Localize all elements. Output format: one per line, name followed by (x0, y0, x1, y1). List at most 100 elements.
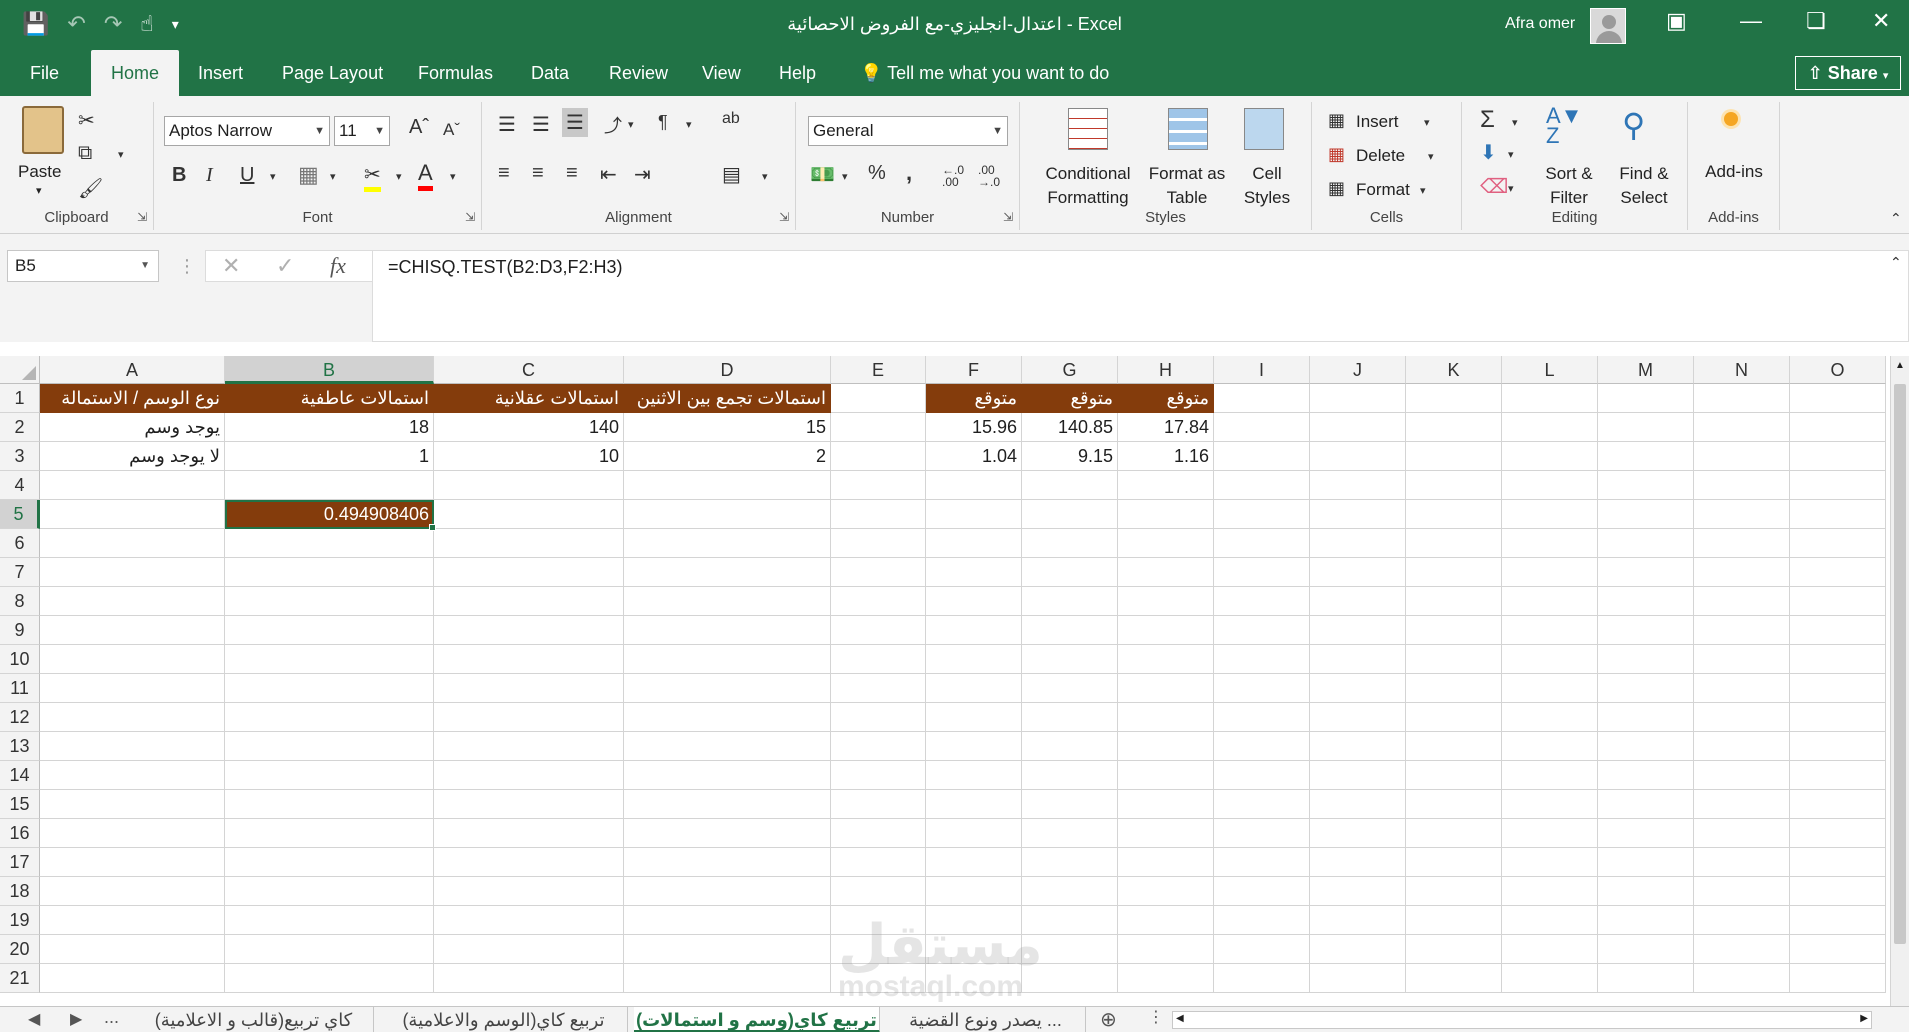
vertical-scrollbar[interactable]: ▲ (1890, 356, 1909, 1006)
row-header-18[interactable]: 18 (0, 877, 40, 906)
decrease-font-icon[interactable]: Aˇ (443, 120, 460, 140)
scroll-right-icon[interactable]: ▶ (1860, 1013, 1868, 1024)
percent-icon[interactable]: % (868, 162, 886, 185)
cell-d8[interactable] (624, 587, 831, 616)
cell-l9[interactable] (1502, 616, 1598, 645)
cell-e16[interactable] (831, 819, 926, 848)
cell-h16[interactable] (1118, 819, 1214, 848)
cell-d9[interactable] (624, 616, 831, 645)
column-header-h[interactable]: H (1118, 356, 1214, 384)
cell-n2[interactable] (1694, 413, 1790, 442)
cell-g10[interactable] (1022, 645, 1118, 674)
cell-h7[interactable] (1118, 558, 1214, 587)
cell-i6[interactable] (1214, 529, 1310, 558)
decrease-indent-icon[interactable]: ⇤ (600, 162, 617, 187)
cell-i21[interactable] (1214, 964, 1310, 993)
number-launcher-icon[interactable]: ⇲ (1003, 210, 1013, 224)
cell-d1[interactable]: استمالات تجمع بين الاثنين (624, 384, 831, 413)
row-header-7[interactable]: 7 (0, 558, 40, 587)
fill-handle[interactable] (429, 524, 436, 531)
cell-k5[interactable] (1406, 500, 1502, 529)
cell-i8[interactable] (1214, 587, 1310, 616)
select-all-button[interactable] (0, 356, 40, 384)
cell-f7[interactable] (926, 558, 1022, 587)
cell-m18[interactable] (1598, 877, 1694, 906)
cell-n3[interactable] (1694, 442, 1790, 471)
user-name[interactable]: Afra omer (1505, 15, 1575, 33)
cell-j18[interactable] (1310, 877, 1406, 906)
collapse-ribbon-icon[interactable]: ⌃ (1890, 210, 1902, 227)
cell-a20[interactable] (40, 935, 225, 964)
column-header-n[interactable]: N (1694, 356, 1790, 384)
cell-o14[interactable] (1790, 761, 1886, 790)
tab-help[interactable]: Help (779, 50, 816, 96)
sort-filter-button[interactable]: Sort & Filter (1534, 162, 1604, 210)
cell-m11[interactable] (1598, 674, 1694, 703)
close-icon[interactable]: ✕ (1872, 8, 1890, 34)
tab-split-grip-icon[interactable]: ⋮ (1148, 1007, 1164, 1027)
cell-d19[interactable] (624, 906, 831, 935)
cell-g16[interactable] (1022, 819, 1118, 848)
cell-j6[interactable] (1310, 529, 1406, 558)
cell-o7[interactable] (1790, 558, 1886, 587)
cell-b21[interactable] (225, 964, 434, 993)
font-name-select[interactable]: Aptos Narrow ▼ (164, 116, 330, 146)
cell-n20[interactable] (1694, 935, 1790, 964)
cell-h18[interactable] (1118, 877, 1214, 906)
cell-f16[interactable] (926, 819, 1022, 848)
cell-i16[interactable] (1214, 819, 1310, 848)
cell-h20[interactable] (1118, 935, 1214, 964)
cell-f13[interactable] (926, 732, 1022, 761)
cell-c15[interactable] (434, 790, 624, 819)
more-sheets-left-icon[interactable]: ... (104, 1007, 119, 1028)
cell-i13[interactable] (1214, 732, 1310, 761)
cell-k7[interactable] (1406, 558, 1502, 587)
cell-c6[interactable] (434, 529, 624, 558)
column-header-c[interactable]: C (434, 356, 624, 384)
tab-formulas[interactable]: Formulas (418, 50, 493, 96)
cell-k15[interactable] (1406, 790, 1502, 819)
row-header-15[interactable]: 15 (0, 790, 40, 819)
cell-g4[interactable] (1022, 471, 1118, 500)
column-header-e[interactable]: E (831, 356, 926, 384)
cell-n5[interactable] (1694, 500, 1790, 529)
cell-h4[interactable] (1118, 471, 1214, 500)
cell-n17[interactable] (1694, 848, 1790, 877)
cell-d12[interactable] (624, 703, 831, 732)
tab-view[interactable]: View (702, 50, 741, 96)
cell-g8[interactable] (1022, 587, 1118, 616)
cell-n19[interactable] (1694, 906, 1790, 935)
cell-l7[interactable] (1502, 558, 1598, 587)
horizontal-scrollbar[interactable]: ◀ ▶ (1172, 1011, 1872, 1029)
copy-icon[interactable]: ⧉ (78, 142, 92, 165)
cell-e4[interactable] (831, 471, 926, 500)
cell-d6[interactable] (624, 529, 831, 558)
cell-c20[interactable] (434, 935, 624, 964)
cell-c4[interactable] (434, 471, 624, 500)
cell-f11[interactable] (926, 674, 1022, 703)
row-header-20[interactable]: 20 (0, 935, 40, 964)
cell-f2[interactable]: 15.96 (926, 413, 1022, 442)
cell-a21[interactable] (40, 964, 225, 993)
cell-b3[interactable]: 1 (225, 442, 434, 471)
cell-n21[interactable] (1694, 964, 1790, 993)
cell-f9[interactable] (926, 616, 1022, 645)
cell-j5[interactable] (1310, 500, 1406, 529)
increase-decimal-icon[interactable]: ←.0.00 (942, 164, 964, 188)
cell-m17[interactable] (1598, 848, 1694, 877)
cell-b8[interactable] (225, 587, 434, 616)
sheet-tab[interactable]: ... يصدر ونوع القضية (886, 1007, 1086, 1032)
cell-o18[interactable] (1790, 877, 1886, 906)
cell-a11[interactable] (40, 674, 225, 703)
cell-i18[interactable] (1214, 877, 1310, 906)
cell-c11[interactable] (434, 674, 624, 703)
tab-data[interactable]: Data (531, 50, 569, 96)
cell-a16[interactable] (40, 819, 225, 848)
cell-d20[interactable] (624, 935, 831, 964)
prev-sheet-icon[interactable]: ◀ (28, 1009, 40, 1029)
cell-f12[interactable] (926, 703, 1022, 732)
cell-j20[interactable] (1310, 935, 1406, 964)
align-left-icon[interactable]: ≡ (498, 162, 510, 185)
cell-o11[interactable] (1790, 674, 1886, 703)
share-button[interactable]: ⇧ Share ▾ (1795, 56, 1901, 90)
